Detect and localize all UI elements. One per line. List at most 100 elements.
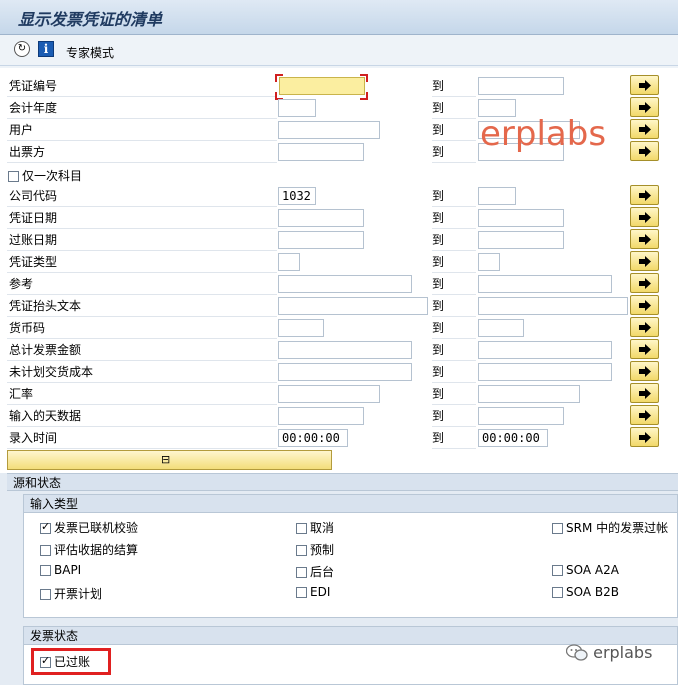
label-reference: 参考 — [7, 274, 277, 295]
input-type-title: 输入类型 — [24, 495, 677, 513]
label-gross-amount: 总计发票金额 — [7, 340, 277, 361]
arrow-right-icon — [639, 344, 651, 355]
arrow-right-icon — [639, 388, 651, 399]
company-code-to-input[interactable] — [478, 187, 516, 205]
arrow-right-icon — [639, 102, 651, 113]
multiple-selection-button[interactable] — [630, 141, 659, 161]
option-park[interactable]: 预制 — [296, 541, 334, 558]
option-background[interactable]: 后台 — [296, 563, 334, 580]
multiple-selection-button[interactable] — [630, 185, 659, 205]
posting-date-from-input[interactable] — [278, 231, 364, 249]
entry-date-from-input[interactable] — [278, 407, 364, 425]
to-label: 到 — [432, 384, 476, 405]
exchange-rate-from-input[interactable] — [278, 385, 380, 403]
invoicing-party-from-input[interactable] — [278, 143, 364, 161]
to-label: 到 — [432, 296, 476, 317]
checkbox-box[interactable] — [296, 523, 307, 534]
label-document-number: 凭证编号 — [7, 76, 277, 97]
document-date-to-input[interactable] — [478, 209, 564, 227]
multiple-selection-button[interactable] — [630, 97, 659, 117]
label-document-date: 凭证日期 — [7, 208, 277, 229]
option-cancel[interactable]: 取消 — [296, 519, 334, 536]
unplanned-costs-to-input[interactable] — [478, 363, 612, 381]
multiple-selection-button[interactable] — [630, 229, 659, 249]
option-label: SOA B2B — [566, 585, 619, 599]
option-soa-a2a[interactable]: SOA A2A — [552, 563, 619, 577]
option-label: BAPI — [54, 563, 82, 577]
to-label: 到 — [432, 120, 476, 141]
checkbox-box[interactable] — [296, 567, 307, 578]
multiple-selection-button[interactable] — [630, 119, 659, 139]
option-label: 开票计划 — [54, 587, 103, 601]
multiple-selection-button[interactable] — [630, 251, 659, 271]
multiple-selection-button[interactable] — [630, 383, 659, 403]
multiple-selection-button[interactable] — [630, 207, 659, 227]
multiple-selection-button[interactable] — [630, 405, 659, 425]
label-user: 用户 — [7, 120, 277, 141]
document-type-from-input[interactable] — [278, 253, 300, 271]
multiple-selection-button[interactable] — [630, 339, 659, 359]
currency-to-input[interactable] — [478, 319, 524, 337]
checkbox-box[interactable] — [296, 545, 307, 556]
posting-date-to-input[interactable] — [478, 231, 564, 249]
checkbox-box[interactable] — [552, 523, 563, 534]
reference-to-input[interactable] — [478, 275, 612, 293]
focus-corner — [360, 92, 368, 100]
checkbox-box[interactable] — [40, 589, 51, 600]
option-invoicing-plan[interactable]: 开票计划 — [40, 585, 102, 602]
one-time-account-label: 仅一次科目 — [22, 169, 83, 183]
clock-icon[interactable]: ↻ — [14, 41, 30, 57]
focus-corner — [275, 74, 283, 82]
multiple-selection-button[interactable] — [630, 317, 659, 337]
option-evaluated-receipt[interactable]: 评估收据的结算 — [40, 541, 138, 558]
document-number-from-input[interactable] — [279, 77, 365, 95]
to-label: 到 — [432, 274, 476, 295]
option-bapi[interactable]: BAPI — [40, 563, 81, 577]
label-unplanned-delivery-costs: 未计划交货成本 — [7, 362, 277, 383]
checkbox-box[interactable] — [8, 171, 19, 182]
user-from-input[interactable] — [278, 121, 380, 139]
wechat-icon — [566, 644, 588, 661]
header-text-from-input[interactable] — [278, 297, 428, 315]
info-icon[interactable]: i — [38, 41, 54, 57]
reference-from-input[interactable] — [278, 275, 412, 293]
multiple-selection-button[interactable] — [630, 295, 659, 315]
gross-amount-from-input[interactable] — [278, 341, 412, 359]
arrow-right-icon — [639, 124, 651, 135]
checkbox-box[interactable] — [552, 587, 563, 598]
wechat-watermark: erplabs — [566, 643, 652, 662]
checkbox-box[interactable] — [552, 565, 563, 576]
gross-amount-to-input[interactable] — [478, 341, 612, 359]
entry-time-from-input[interactable]: 00:00:00 — [278, 429, 348, 447]
option-soa-b2b[interactable]: SOA B2B — [552, 585, 619, 599]
exchange-rate-to-input[interactable] — [478, 385, 580, 403]
checkbox-box[interactable] — [40, 565, 51, 576]
multiple-selection-button[interactable] — [630, 75, 659, 95]
fiscal-year-from-input[interactable] — [278, 99, 316, 117]
entry-date-to-input[interactable] — [478, 407, 564, 425]
document-date-from-input[interactable] — [278, 209, 364, 227]
company-code-from-input[interactable]: 1032 — [278, 187, 316, 205]
currency-from-input[interactable] — [278, 319, 324, 337]
label-exchange-rate: 汇率 — [7, 384, 277, 405]
option-online-verified[interactable]: 发票已联机校验 — [40, 519, 138, 536]
checkbox-box[interactable] — [296, 587, 307, 598]
expert-mode-button[interactable]: 专家模式 — [66, 44, 114, 61]
multiple-selection-button[interactable] — [630, 427, 659, 447]
unplanned-costs-from-input[interactable] — [278, 363, 412, 381]
window-title: 显示发票凭证的清单 — [18, 10, 163, 29]
document-type-to-input[interactable] — [478, 253, 500, 271]
dynamic-selection-bar[interactable]: ⊟ — [7, 450, 332, 470]
checkbox-box[interactable] — [40, 545, 51, 556]
label-header-text: 凭证抬头文本 — [7, 296, 277, 317]
checkbox-checked[interactable] — [40, 520, 51, 534]
option-srm-posting[interactable]: SRM 中的发票过帐 — [552, 519, 668, 536]
entry-time-to-input[interactable]: 00:00:00 — [478, 429, 548, 447]
to-label: 到 — [432, 142, 476, 163]
option-edi[interactable]: EDI — [296, 585, 330, 599]
one-time-account-checkbox[interactable]: 仅一次科目 — [8, 167, 82, 184]
multiple-selection-button[interactable] — [630, 273, 659, 293]
multiple-selection-button[interactable] — [630, 361, 659, 381]
header-text-to-input[interactable] — [478, 297, 628, 315]
document-number-to-input[interactable] — [478, 77, 564, 95]
